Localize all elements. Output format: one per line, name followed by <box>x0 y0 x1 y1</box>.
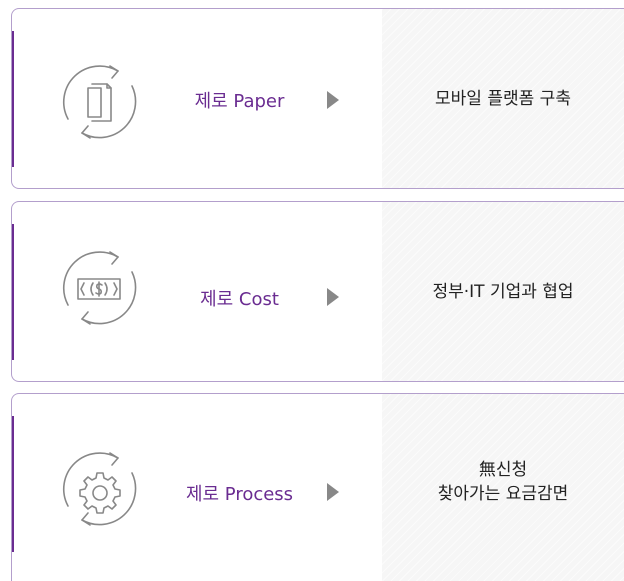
card-title: 제로 Process <box>185 484 294 505</box>
arrow-right-icon <box>327 288 339 306</box>
card-description: 모바일 플랫폼 구축 <box>382 9 624 188</box>
accent-bar <box>12 224 14 360</box>
card-title: 제로 Paper <box>194 91 285 112</box>
description-line: 찾아가는 요금감면 <box>437 483 569 504</box>
description-line: 無신청 <box>478 459 528 480</box>
card-description: 無신청 찾아가는 요금감면 <box>382 394 624 569</box>
arrow-right-icon <box>327 91 339 109</box>
card-zero-cost: 제로 Cost 정부·IT 기업과 협업 <box>11 201 624 382</box>
money-icon <box>54 247 146 329</box>
accent-bar <box>12 31 14 167</box>
description-line: 정부·IT 기업과 협업 <box>432 281 574 302</box>
arrow-right-icon <box>327 483 339 501</box>
paper-icon <box>54 61 146 143</box>
accent-bar <box>12 416 14 552</box>
card-description: 정부·IT 기업과 협업 <box>382 202 624 381</box>
card-title: 제로 Cost <box>200 289 279 310</box>
gear-icon <box>54 448 146 530</box>
card-zero-paper: 제로 Paper 모바일 플랫폼 구축 <box>11 8 624 189</box>
description-line: 모바일 플랫폼 구축 <box>435 88 571 109</box>
card-zero-process: 제로 Process 無신청 찾아가는 요금감면 <box>11 393 624 581</box>
